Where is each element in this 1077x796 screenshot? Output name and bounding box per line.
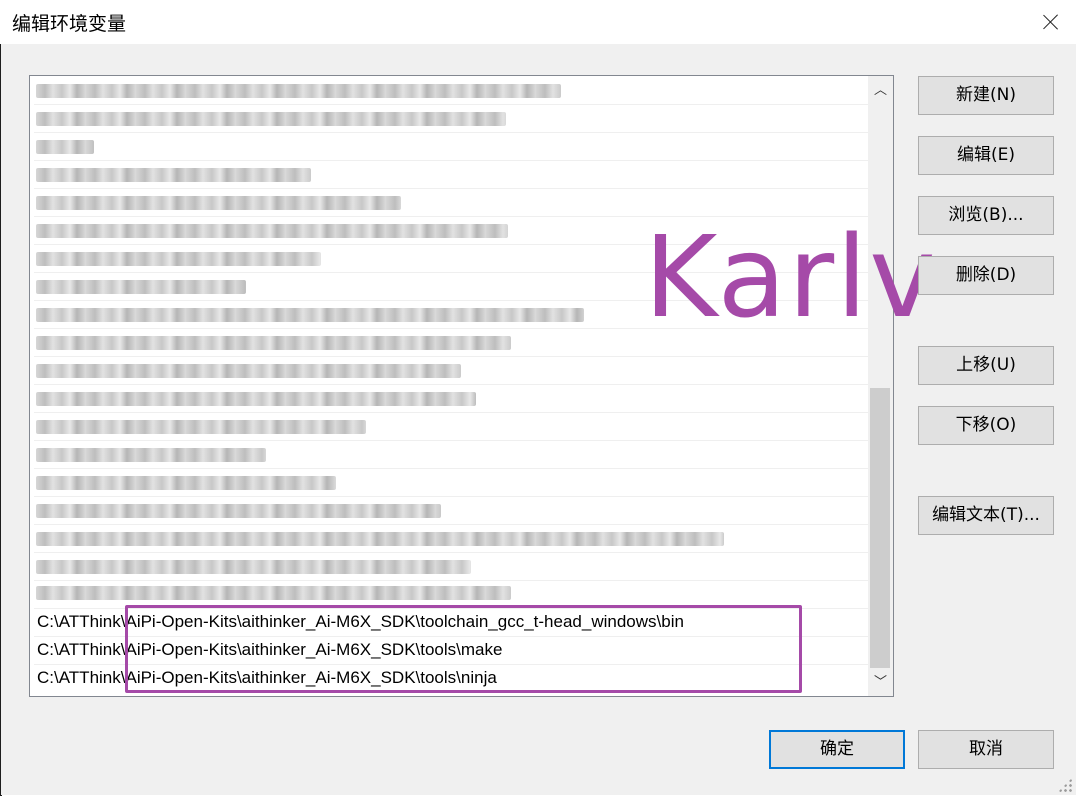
chevron-down-icon[interactable]: ﹀ xyxy=(868,672,893,694)
path-list[interactable]: C:\ATThink\AiPi-Open-Kits\aithinker_Ai-M… xyxy=(29,75,894,697)
edit-text-button[interactable]: 编辑文本(T)... xyxy=(918,496,1054,535)
move-down-button[interactable]: 下移(O) xyxy=(918,406,1054,445)
title-bar: 编辑环境变量 xyxy=(0,0,1077,44)
ok-button[interactable]: 确定 xyxy=(769,730,905,769)
new-button[interactable]: 新建(N) xyxy=(918,76,1054,115)
browse-button[interactable]: 浏览(B)... xyxy=(918,196,1054,235)
edit-button[interactable]: 编辑(E) xyxy=(918,136,1054,175)
chevron-up-icon[interactable]: ︿ xyxy=(868,80,893,102)
watermark: Karlv xyxy=(644,213,938,343)
close-icon[interactable] xyxy=(1036,7,1066,37)
move-up-button[interactable]: 上移(U) xyxy=(918,346,1054,385)
window-title: 编辑环境变量 xyxy=(12,13,127,35)
delete-button[interactable]: 删除(D) xyxy=(918,256,1054,295)
scroll-thumb[interactable] xyxy=(870,388,890,668)
vertical-scrollbar[interactable]: ︿ ﹀ xyxy=(868,76,893,696)
cancel-button[interactable]: 取消 xyxy=(918,730,1054,769)
highlight-annotation xyxy=(125,605,802,693)
